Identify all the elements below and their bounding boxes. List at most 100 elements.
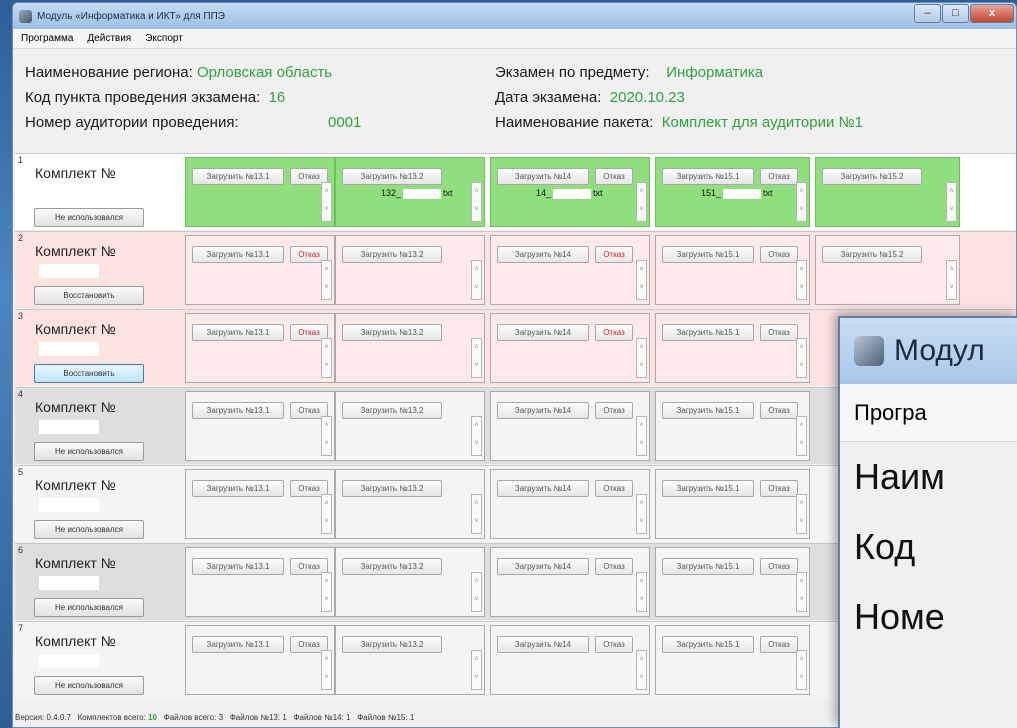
restore-button[interactable]: Восстановить [34, 364, 144, 383]
upload-slot: Загрузить №15.1 Отказ ˄ ˅ [655, 469, 810, 539]
title-bar: Модуль «Информатика и ИКТ» для ППЭ – □ x [13, 3, 1016, 29]
file-scrollbar[interactable]: ˄ ˅ [796, 650, 807, 690]
file-scrollbar[interactable]: ˄ ˅ [946, 182, 957, 222]
load-file-button[interactable]: Загрузить №15.1 [662, 324, 754, 341]
load-file-button[interactable]: Загрузить №13.1 [192, 636, 284, 653]
file-scrollbar[interactable]: ˄ ˅ [636, 338, 647, 378]
region-row: Наименование региона: Орловская область [25, 64, 332, 81]
file-scrollbar[interactable]: ˄ ˅ [471, 650, 482, 690]
menu-item-export[interactable]: Экспорт [145, 33, 183, 44]
file-scrollbar[interactable]: ˄ ˅ [321, 494, 332, 534]
file-scrollbar[interactable]: ˄ ˅ [471, 572, 482, 612]
file-scrollbar[interactable]: ˄ ˅ [636, 416, 647, 456]
load-file-button[interactable]: Загрузить №15.1 [662, 480, 754, 497]
load-file-button[interactable]: Загрузить №13.1 [192, 402, 284, 419]
load-file-button[interactable]: Загрузить №14 [497, 324, 589, 341]
load-file-button[interactable]: Загрузить №13.2 [342, 402, 442, 419]
load-file-button[interactable]: Загрузить №13.2 [342, 480, 442, 497]
load-file-button[interactable]: Загрузить №14 [497, 636, 589, 653]
load-file-button[interactable]: Загрузить №15.1 [662, 558, 754, 575]
load-file-button[interactable]: Загрузить №13.2 [342, 636, 442, 653]
file-scrollbar[interactable]: ˄ ˅ [321, 260, 332, 300]
file-code: 151_ txt [701, 188, 773, 199]
load-file-button[interactable]: Загрузить №13.1 [192, 324, 284, 341]
file-scrollbar[interactable]: ˄ ˅ [636, 572, 647, 612]
file-scrollbar[interactable]: ˄ ˅ [471, 494, 482, 534]
load-file-button[interactable]: Загрузить №14 [497, 168, 589, 185]
not-used-button[interactable]: Не использовался [34, 676, 144, 695]
load-file-button[interactable]: Загрузить №15.1 [662, 246, 754, 263]
maximize-button[interactable]: □ [942, 4, 969, 23]
file-scrollbar[interactable]: ˄ ˅ [471, 338, 482, 378]
load-file-button[interactable]: Загрузить №15.2 [822, 246, 922, 263]
load-file-button[interactable]: Загрузить №15.2 [822, 168, 922, 185]
upload-slot: Загрузить №13.1 Отказ ˄ ˅ [185, 391, 335, 461]
file-scrollbar[interactable]: ˄ ˅ [636, 494, 647, 534]
load-file-button[interactable]: Загрузить №14 [497, 558, 589, 575]
load-file-button[interactable]: Загрузить №13.1 [192, 168, 284, 185]
file-scrollbar[interactable]: ˄ ˅ [796, 572, 807, 612]
load-file-button[interactable]: Загрузить №15.1 [662, 636, 754, 653]
file-scrollbar[interactable]: ˄ ˅ [636, 260, 647, 300]
refuse-button[interactable]: Отказ [760, 636, 798, 653]
file-scrollbar[interactable]: ˄ ˅ [321, 338, 332, 378]
file-scrollbar[interactable]: ˄ ˅ [321, 416, 332, 456]
file-scrollbar[interactable]: ˄ ˅ [636, 182, 647, 222]
load-file-button[interactable]: Загрузить №13.1 [192, 246, 284, 263]
file-scrollbar[interactable]: ˄ ˅ [321, 182, 332, 222]
load-file-button[interactable]: Загрузить №13.2 [342, 168, 442, 185]
not-used-button[interactable]: Не использовался [34, 598, 144, 617]
file-scrollbar[interactable]: ˄ ˅ [636, 650, 647, 690]
refuse-button[interactable]: Отказ [595, 168, 633, 185]
load-file-button[interactable]: Загрузить №13.2 [342, 246, 442, 263]
menu-item-actions[interactable]: Действия [87, 33, 131, 44]
refuse-button[interactable]: Отказ [760, 402, 798, 419]
minimize-button[interactable]: – [914, 4, 941, 23]
not-used-button[interactable]: Не использовался [34, 520, 144, 539]
refuse-button[interactable]: Отказ [760, 480, 798, 497]
restore-button[interactable]: Восстановить [34, 286, 144, 305]
file-scrollbar[interactable]: ˄ ˅ [796, 182, 807, 222]
file-scrollbar[interactable]: ˄ ˅ [471, 182, 482, 222]
refuse-button[interactable]: Отказ [595, 558, 633, 575]
load-file-button[interactable]: Загрузить №13.2 [342, 558, 442, 575]
menu-item-program[interactable]: Программа [21, 33, 73, 44]
refuse-button[interactable]: Отказ [760, 324, 798, 341]
upload-slot: Загрузить №15.1 Отказ ˄ ˅ [655, 625, 810, 695]
load-file-button[interactable]: Загрузить №14 [497, 246, 589, 263]
refuse-button[interactable]: Отказ [595, 402, 633, 419]
load-file-button[interactable]: Загрузить №14 [497, 402, 589, 419]
load-file-button[interactable]: Загрузить №13.2 [342, 324, 442, 341]
kit-id-field [39, 420, 99, 434]
load-file-button[interactable]: Загрузить №15.1 [662, 402, 754, 419]
not-used-button[interactable]: Не использовался [34, 442, 144, 461]
refuse-button[interactable]: Отказ [595, 324, 633, 341]
refuse-button[interactable]: Отказ [760, 246, 798, 263]
load-file-button[interactable]: Загрузить №15.1 [662, 168, 754, 185]
file-scrollbar[interactable]: ˄ ˅ [796, 260, 807, 300]
close-button[interactable]: x [970, 4, 1014, 23]
load-file-button[interactable]: Загрузить №14 [497, 480, 589, 497]
subject-label: Экзамен по предмету: [495, 64, 650, 81]
load-file-button[interactable]: Загрузить №13.1 [192, 480, 284, 497]
not-used-button[interactable]: Не использовался [34, 208, 144, 227]
zoom-line-region: Наим [854, 456, 945, 497]
file-scrollbar[interactable]: ˄ ˅ [471, 260, 482, 300]
refuse-button[interactable]: Отказ [595, 246, 633, 263]
refuse-button[interactable]: Отказ [595, 480, 633, 497]
file-scrollbar[interactable]: ˄ ˅ [946, 260, 957, 300]
refuse-button[interactable]: Отказ [760, 168, 798, 185]
load-file-button[interactable]: Загрузить №13.1 [192, 558, 284, 575]
file-scrollbar[interactable]: ˄ ˅ [471, 416, 482, 456]
zoom-title: Модул [894, 334, 985, 367]
point-label: Код пункта проведения экзамена: [25, 89, 261, 106]
refuse-button[interactable]: Отказ [760, 558, 798, 575]
file-scrollbar[interactable]: ˄ ˅ [321, 572, 332, 612]
file-scrollbar[interactable]: ˄ ˅ [796, 416, 807, 456]
file-scrollbar[interactable]: ˄ ˅ [796, 338, 807, 378]
refuse-button[interactable]: Отказ [595, 636, 633, 653]
file-scrollbar[interactable]: ˄ ˅ [796, 494, 807, 534]
kit-id-field [39, 264, 99, 278]
file-scrollbar[interactable]: ˄ ˅ [321, 650, 332, 690]
kit-title: Комплект № [35, 165, 116, 181]
